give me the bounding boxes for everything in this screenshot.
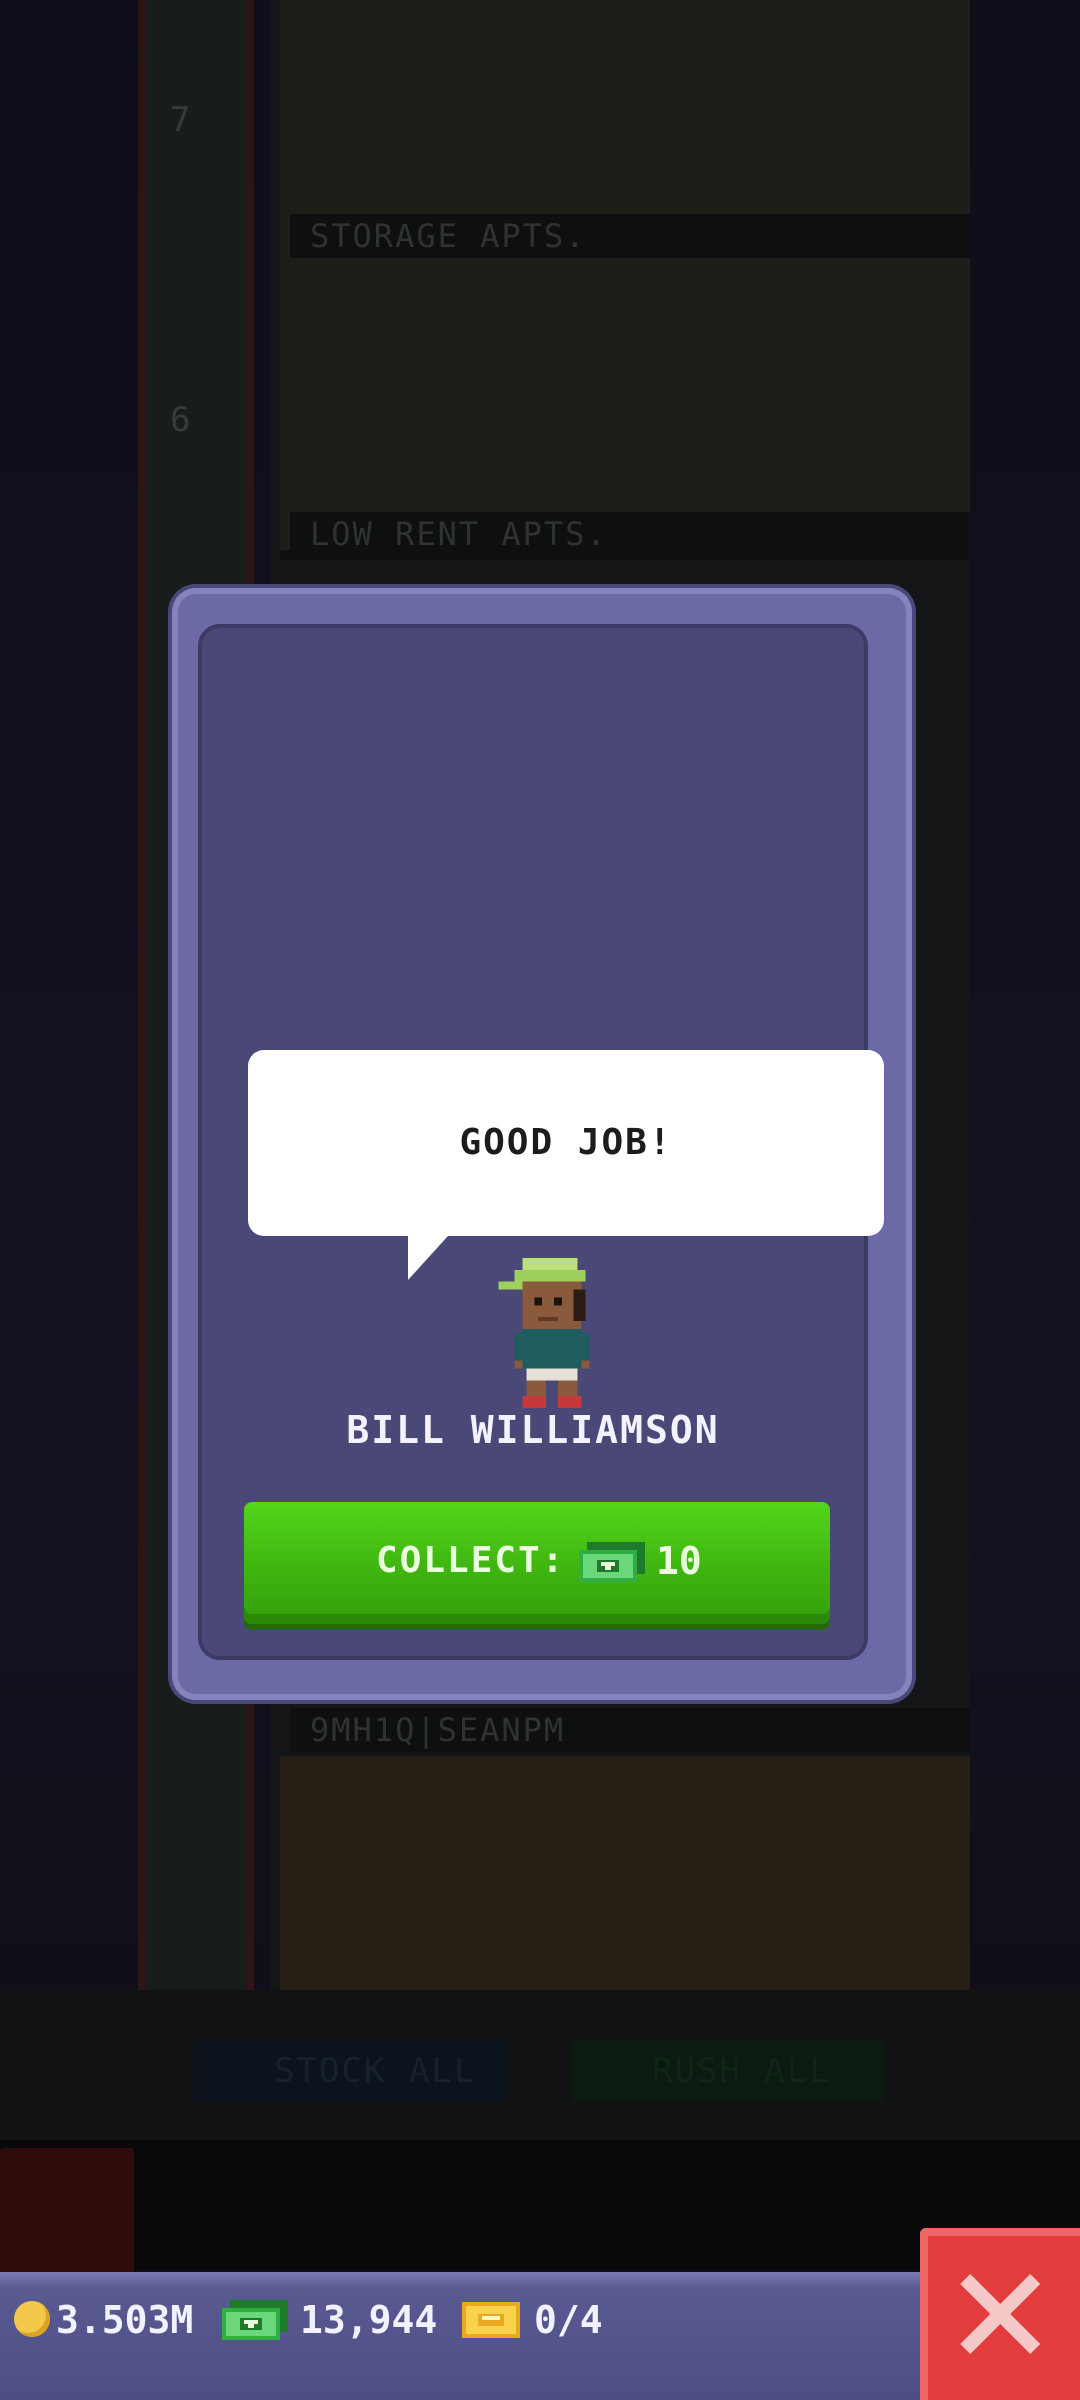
golden-ticket-icon — [462, 2302, 520, 2338]
currency-bar: 3.503M 13,944 0/4 — [0, 2272, 1080, 2400]
close-icon — [960, 2274, 1040, 2354]
reward-dialog-panel: GOOD JOB! BILL WILLIAMSON COLLECT: 10 — [198, 624, 884, 1660]
tower-bux-icon — [222, 2300, 288, 2340]
speech-bubble-tail — [408, 1236, 448, 1280]
collect-label: COLLECT: — [376, 1540, 566, 1581]
coin-icon — [14, 2301, 50, 2337]
npc-name: BILL WILLIAMSON — [346, 1408, 720, 1452]
collect-button[interactable]: COLLECT: 10 — [244, 1502, 830, 1624]
tower-bux-icon — [579, 1542, 645, 1582]
collect-amount: 10 — [656, 1539, 702, 1583]
npc-avatar — [498, 1258, 590, 1408]
bux-count: 13,944 — [300, 2298, 438, 2342]
coins-count: 3.503M — [56, 2298, 194, 2342]
speech-bubble: GOOD JOB! — [248, 1050, 884, 1236]
reward-dialog: GOOD JOB! BILL WILLIAMSON COLLECT: 10 — [172, 588, 912, 1700]
close-button[interactable] — [920, 2228, 1080, 2400]
tickets-count: 0/4 — [534, 2298, 603, 2342]
